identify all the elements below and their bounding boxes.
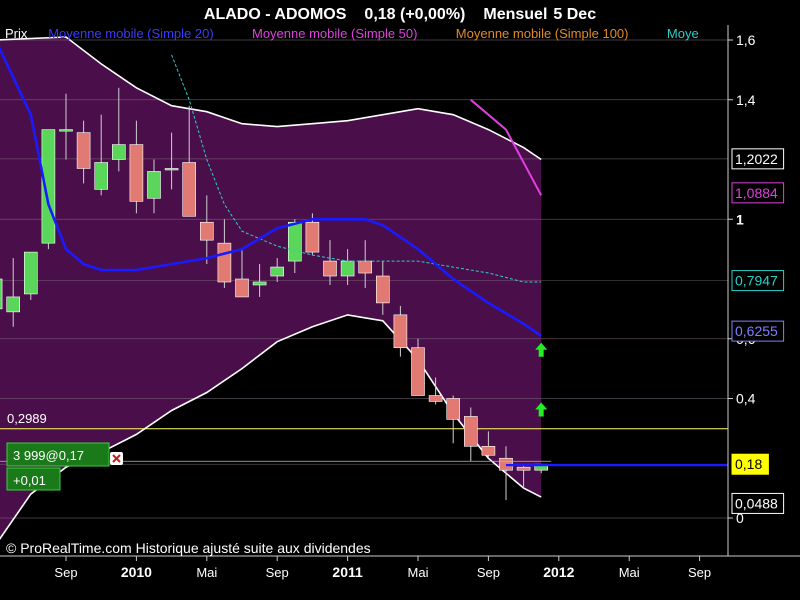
x-tick-label: Sep [266,565,289,580]
candle-body [340,260,355,277]
candle-body [287,221,302,262]
candle-body [0,278,3,310]
title-price: 0,18 (+0,00%) [364,6,465,23]
candle-body [446,398,461,420]
y-tick-label: 1,4 [736,92,756,108]
price-tag: 1,2022 [731,148,785,170]
close-order-icon[interactable] [110,452,123,465]
x-tick-label: 2010 [121,564,152,580]
y-tick-label: 1 [736,211,744,227]
order-box-line2: +0,01 [13,473,46,488]
candle-body [411,347,425,396]
candle-body [217,242,232,283]
legend-item[interactable]: Moye [667,26,699,41]
candle-body [270,266,285,277]
x-tick-label: Mai [408,565,429,580]
candle-body [516,466,531,471]
candle-body [235,278,249,298]
order-box-line1: 3 999@0,17 [13,448,84,463]
price-tag: 1,0884 [731,182,785,204]
candle-body [323,260,337,277]
candle-body [200,221,214,241]
candle-body [358,260,373,274]
candle-body [393,314,408,349]
candle-body [6,296,20,313]
candle-body [182,162,196,217]
price-tag-label: 1,0884 [735,185,778,201]
candle-body [129,144,144,202]
x-tick-label: Sep [477,565,500,580]
y-tick-label: 1,6 [736,32,756,48]
price-tag: 0,7947 [731,270,785,292]
candle-body [428,395,443,402]
x-tick-label: 2011 [332,564,363,580]
legend: Prix Moyenne mobile (Simple 20) Moyenne mo… [5,26,699,41]
price-tag: 0,6255 [731,320,785,342]
x-tick-label: Mai [196,565,217,580]
candle-body [463,416,478,447]
chart: 1,61,410,60,40 Sep2010MaiSep2011MaiSep20… [0,0,800,600]
candle-body [59,129,73,132]
candle[interactable] [41,129,56,250]
x-tick-label: Sep [54,565,77,580]
candle-body [76,132,91,169]
title-date: 5 Dec [553,6,596,23]
x-tick-label: Mai [619,565,640,580]
candle-body [94,162,108,190]
price-tag-label: 1,2022 [735,151,778,167]
price-tag-label: 0,0488 [735,495,778,511]
price-tag: 0,18 [731,453,769,475]
legend-item[interactable]: Moyenne mobile (Simple 50) [252,26,417,41]
level-label: 0,2989 [7,411,47,426]
title-period: Mensuel [483,6,547,23]
price-tag: 0,0488 [731,492,785,514]
candle-body [23,251,38,295]
candle[interactable] [23,251,38,300]
candle-body [164,168,179,171]
candle-body [147,171,161,199]
y-tick-label: 0,4 [736,391,756,407]
legend-item[interactable]: Prix [5,26,28,41]
price-tag-label: 0,7947 [735,273,778,289]
chart-title: ALADO - ADOMOS 0,18 (+0,00%) Mensuel 5 Dec [204,6,596,23]
x-tick-label: 2012 [543,564,574,580]
copyright-footer: © ProRealTime.com Historique ajusté suit… [6,540,371,556]
x-tick-label: Sep [688,565,711,580]
candle-body [305,221,320,253]
candle-body [112,144,126,160]
price-tag-label: 0,18 [735,456,762,472]
legend-item[interactable]: Moyenne mobile (Simple 100) [456,26,629,41]
candle-body [481,445,496,456]
legend-item[interactable]: Moyenne mobile (Simple 20) [48,26,213,41]
title-symbol: ALADO - ADOMOS [204,6,347,23]
price-tag-label: 0,6255 [735,323,778,339]
candle-body [252,281,267,286]
candle-body [375,275,390,304]
